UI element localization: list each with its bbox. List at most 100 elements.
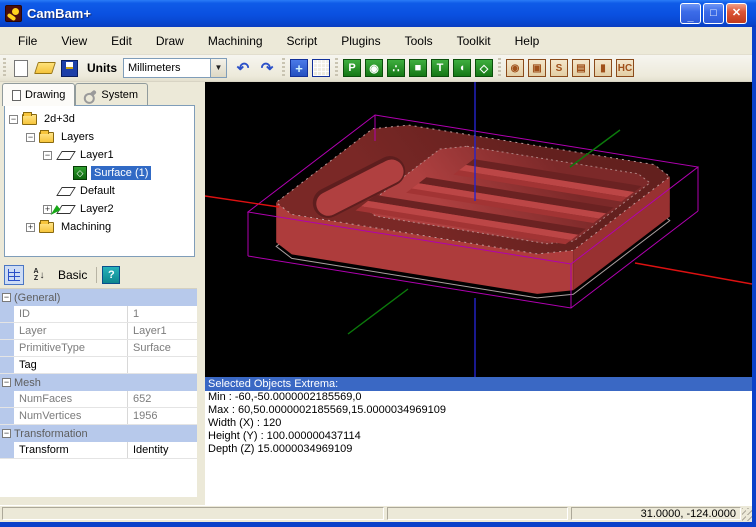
- tree-item-label: Machining: [58, 220, 114, 234]
- basic-button[interactable]: Basic: [54, 266, 91, 284]
- property-value[interactable]: Surface: [128, 340, 197, 356]
- property-value[interactable]: 652: [128, 391, 197, 407]
- property-category-mesh[interactable]: −Mesh: [0, 374, 197, 391]
- maximize-button[interactable]: □: [703, 3, 724, 24]
- menu-item-view[interactable]: View: [49, 28, 99, 54]
- draw-rectangle-icon[interactable]: ■: [409, 59, 427, 77]
- draw-points-icon[interactable]: ∴: [387, 59, 405, 77]
- draw-surface-icon[interactable]: ◇: [475, 59, 493, 77]
- property-indent: [0, 408, 14, 424]
- menu-item-tools[interactable]: Tools: [393, 28, 445, 54]
- menu-item-file[interactable]: File: [6, 28, 49, 54]
- alphabetical-sort-icon[interactable]: A Z ↓: [29, 265, 49, 285]
- mop-hc-icon[interactable]: HC: [616, 59, 634, 77]
- units-combobox[interactable]: Millimeters▼: [123, 58, 227, 78]
- toolbar-grip: [280, 58, 287, 78]
- tree-item-label: Default: [77, 184, 118, 198]
- property-category-transformation[interactable]: −Transformation: [0, 425, 197, 442]
- snap-to-grid-icon[interactable]: +: [290, 59, 308, 77]
- property-value[interactable]: Identity: [128, 442, 197, 458]
- category-collapse-icon[interactable]: −: [2, 378, 11, 387]
- az-arrow: ↓: [40, 270, 45, 281]
- save-icon[interactable]: [58, 57, 80, 79]
- tree-item-machining[interactable]: + Machining: [5, 218, 194, 236]
- extrema-header: Selected Objects Extrema:: [205, 377, 752, 391]
- undo-icon[interactable]: ↶: [232, 57, 254, 79]
- property-value[interactable]: 1956: [128, 408, 197, 424]
- property-row-layer[interactable]: LayerLayer1: [0, 323, 197, 340]
- property-row-tag[interactable]: Tag: [0, 357, 197, 374]
- property-row-primitivetype[interactable]: PrimitiveTypeSurface: [0, 340, 197, 357]
- mop-engrave-icon[interactable]: ▮: [594, 59, 612, 77]
- tree-expander-icon[interactable]: −: [43, 151, 52, 160]
- resize-grip[interactable]: [742, 508, 752, 521]
- tree-expander-icon[interactable]: +: [26, 223, 35, 232]
- toolbar-separator: [96, 267, 97, 283]
- mop-pocket-icon[interactable]: ▣: [528, 59, 546, 77]
- status-panel-left: [2, 507, 384, 520]
- property-row-numfaces[interactable]: NumFaces652: [0, 391, 197, 408]
- status-panel-middle: [387, 507, 569, 520]
- tree-item-layers[interactable]: −Layers: [5, 128, 194, 146]
- property-category-general[interactable]: −(General): [0, 289, 197, 306]
- menu-item-edit[interactable]: Edit: [99, 28, 144, 54]
- menu-item-plugins[interactable]: Plugins: [329, 28, 392, 54]
- category-collapse-icon[interactable]: −: [2, 293, 11, 302]
- tree-expander-icon[interactable]: +: [43, 205, 52, 214]
- close-button[interactable]: ✕: [726, 3, 747, 24]
- property-value[interactable]: 1: [128, 306, 197, 322]
- property-value[interactable]: [128, 357, 197, 373]
- menu-item-help[interactable]: Help: [503, 28, 552, 54]
- tree-item-default[interactable]: Default: [5, 182, 194, 200]
- menu-item-script[interactable]: Script: [275, 28, 330, 54]
- property-row-transform[interactable]: TransformIdentity: [0, 442, 197, 459]
- tab-system[interactable]: System: [75, 83, 148, 105]
- app-logo-icon: [5, 5, 22, 22]
- property-row-id[interactable]: ID1: [0, 306, 197, 323]
- combobox-dropdown-arrow-icon[interactable]: ▼: [211, 58, 227, 78]
- surface-icon: ◇: [73, 166, 87, 180]
- property-name: PrimitiveType: [14, 340, 128, 356]
- tree-expander-icon[interactable]: −: [26, 133, 35, 142]
- titlebar[interactable]: CamBam+ _ □ ✕: [0, 0, 756, 27]
- help-icon[interactable]: ?: [102, 266, 120, 284]
- tree-item-label: Layer1: [77, 148, 117, 162]
- window-title: CamBam+: [27, 6, 91, 21]
- property-grid[interactable]: −(General)ID1LayerLayer1PrimitiveTypeSur…: [0, 288, 197, 497]
- categorized-view-icon[interactable]: [4, 265, 24, 285]
- category-collapse-icon[interactable]: −: [2, 429, 11, 438]
- property-value[interactable]: Layer1: [128, 323, 197, 339]
- wrench-icon: [85, 89, 97, 100]
- mop-profile-icon[interactable]: S: [550, 59, 568, 77]
- toolbar-grip: [333, 58, 340, 78]
- draw-text-icon[interactable]: T: [431, 59, 449, 77]
- mop-drill-icon[interactable]: ◉: [506, 59, 524, 77]
- menu-item-machining[interactable]: Machining: [196, 28, 275, 54]
- viewport-canvas[interactable]: [205, 82, 752, 377]
- redo-icon[interactable]: ↷: [256, 57, 278, 79]
- menu-item-toolkit[interactable]: Toolkit: [445, 28, 503, 54]
- minimize-button[interactable]: _: [680, 3, 701, 24]
- tree-item-layer2[interactable]: +Layer2: [5, 200, 194, 218]
- show-grid-icon[interactable]: [312, 59, 330, 77]
- tree-item-surface-1-[interactable]: ◇Surface (1): [5, 164, 194, 182]
- draw-arc-icon[interactable]: ◖: [453, 59, 471, 77]
- viewport[interactable]: [205, 82, 752, 377]
- tab-drawing[interactable]: Drawing: [2, 83, 75, 106]
- property-row-numvertices[interactable]: NumVertices1956: [0, 408, 197, 425]
- units-combobox-value[interactable]: Millimeters: [123, 58, 211, 78]
- property-indent: [0, 323, 14, 339]
- extrema-line: Min : -60,-50.0000002185569,0: [205, 391, 752, 404]
- tree-item-2d-3d[interactable]: −2d+3d: [5, 110, 194, 128]
- menubar: FileViewEditDrawMachiningScriptPluginsTo…: [0, 27, 752, 55]
- draw-polyline-icon[interactable]: P: [343, 59, 361, 77]
- draw-circle-icon[interactable]: ◉: [365, 59, 383, 77]
- mop-lathe-icon[interactable]: ▤: [572, 59, 590, 77]
- new-file-icon[interactable]: [10, 57, 32, 79]
- left-panel: Drawing System −2d+3d−Layers−Layer1◇Surf…: [0, 82, 205, 505]
- drawing-tree[interactable]: −2d+3d−Layers−Layer1◇Surface (1)Default+…: [4, 105, 195, 257]
- open-file-icon[interactable]: [34, 57, 56, 79]
- tree-expander-icon[interactable]: −: [9, 115, 18, 124]
- tree-item-layer1[interactable]: − Layer1: [5, 146, 194, 164]
- menu-item-draw[interactable]: Draw: [144, 28, 196, 54]
